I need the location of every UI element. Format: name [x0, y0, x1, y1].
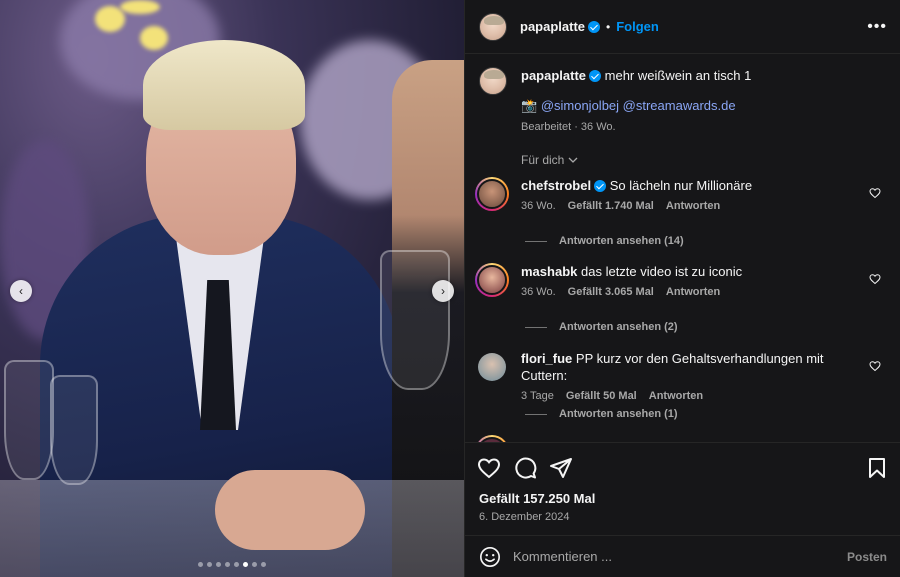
verified-icon — [589, 70, 602, 82]
wine-glass — [4, 360, 54, 480]
comment-item: chefstrobel So lächeln nur Millionäre 36… — [475, 177, 891, 212]
chandelier-light — [95, 6, 125, 32]
bookmark-icon[interactable] — [865, 456, 889, 480]
comment-username[interactable]: flori_fue — [521, 351, 572, 366]
more-icon[interactable]: ••• — [867, 18, 887, 36]
sort-label: Für dich — [521, 153, 565, 167]
carousel-prev-button[interactable]: ‹ — [10, 280, 32, 302]
commenter-avatar[interactable] — [475, 263, 509, 297]
caption-text: mehr weißwein an tisch 1 — [604, 68, 752, 83]
author-username[interactable]: papaplatte — [520, 19, 585, 34]
post-header: papaplatte • Folgen ••• — [465, 0, 900, 54]
carousel-next-button[interactable]: › — [432, 280, 454, 302]
carousel-dot — [198, 562, 203, 567]
chevron-down-icon — [568, 153, 578, 167]
mention-link[interactable]: @streamawards.de — [623, 98, 736, 113]
view-replies-button[interactable]: Antworten ansehen (2) — [525, 321, 678, 333]
post-actions: Gefällt 157.250 Mal 6. Dezember 2024 — [465, 442, 900, 535]
heart-icon[interactable] — [869, 187, 881, 199]
chevron-right-icon: › — [441, 284, 445, 298]
view-replies-label: Antworten ansehen (14) — [559, 235, 684, 247]
wine-glass — [380, 250, 450, 390]
post-caption: papaplatte mehr weißwein an tisch 1 📸 @s… — [479, 67, 889, 136]
emoji-icon[interactable] — [479, 546, 501, 568]
commenter-avatar[interactable] — [475, 350, 509, 384]
heart-icon[interactable] — [869, 360, 881, 372]
likes-count[interactable]: Gefällt 157.250 Mal — [479, 491, 595, 506]
post-photo[interactable]: ‹ › — [0, 0, 464, 577]
person-hair — [143, 40, 305, 130]
comment-username[interactable]: chefstrobel — [521, 178, 591, 193]
add-comment-bar: Posten — [465, 535, 900, 577]
comment-icon[interactable] — [513, 456, 537, 480]
carousel-dot — [216, 562, 221, 567]
comment-age: 36 Wo. — [521, 286, 556, 298]
author-avatar[interactable] — [479, 12, 507, 41]
caption-username[interactable]: papaplatte — [521, 68, 586, 83]
chandelier-light — [140, 26, 168, 50]
camera-emoji: 📸 — [521, 98, 538, 113]
comment-age: 36 Wo. — [521, 200, 556, 212]
caption-meta: Bearbeitet · 36 Wo. — [521, 121, 616, 133]
verified-icon — [588, 20, 601, 33]
heart-icon[interactable] — [477, 456, 501, 480]
view-replies-button[interactable]: Antworten ansehen (1) — [525, 408, 678, 420]
hand — [215, 470, 365, 550]
reply-button[interactable]: Antworten — [666, 286, 720, 298]
view-replies-label: Antworten ansehen (2) — [559, 321, 678, 333]
carousel-dot — [261, 562, 266, 567]
post-date: 6. Dezember 2024 — [479, 511, 570, 523]
reply-button[interactable]: Antworten — [666, 200, 720, 212]
carousel-dot — [225, 562, 230, 567]
chevron-left-icon: ‹ — [19, 284, 23, 298]
chandelier-light — [120, 0, 160, 14]
post-details-panel: papaplatte • Folgen ••• papaplatte mehr … — [464, 0, 900, 577]
comment-likes[interactable]: Gefällt 50 Mal — [566, 390, 637, 402]
share-icon[interactable] — [549, 456, 573, 480]
carousel-dot — [252, 562, 257, 567]
comment-item: flori_fue PP kurz vor den Gehaltsverhand… — [475, 350, 891, 402]
heart-icon[interactable] — [869, 273, 881, 285]
follow-button[interactable]: Folgen — [616, 19, 659, 34]
comment-age: 3 Tage — [521, 390, 554, 402]
post-comment-button[interactable]: Posten — [847, 550, 887, 564]
reply-button[interactable]: Antworten — [649, 390, 703, 402]
comment-item: mashabk das letzte video ist zu iconic 3… — [475, 263, 891, 298]
comment-username[interactable]: mashabk — [521, 264, 577, 279]
commenter-avatar[interactable] — [475, 177, 509, 211]
comments-scroll-area[interactable]: papaplatte mehr weißwein an tisch 1 📸 @s… — [465, 55, 900, 442]
verified-icon — [594, 180, 607, 192]
carousel-indicator — [0, 562, 464, 567]
comment-likes[interactable]: Gefällt 3.065 Mal — [568, 286, 654, 298]
comment-text: das letzte video ist zu iconic — [581, 264, 743, 279]
carousel-dot — [243, 562, 248, 567]
carousel-dot — [207, 562, 212, 567]
comment-text: So lächeln nur Millionäre — [609, 178, 753, 193]
separator-dot: • — [606, 19, 611, 34]
wine-glass — [50, 375, 98, 485]
carousel-dot — [234, 562, 239, 567]
view-replies-button[interactable]: Antworten ansehen (14) — [525, 235, 684, 247]
comment-input[interactable] — [513, 549, 847, 564]
mention-link[interactable]: @simonjolbej — [541, 98, 619, 113]
comment-likes[interactable]: Gefällt 1.740 Mal — [568, 200, 654, 212]
commenter-avatar[interactable] — [475, 435, 509, 442]
view-replies-label: Antworten ansehen (1) — [559, 408, 678, 420]
comments-sort-dropdown[interactable]: Für dich — [521, 153, 578, 167]
author-avatar[interactable] — [479, 67, 507, 95]
caption-mentions: 📸 @simonjolbej @streamawards.de — [521, 97, 751, 115]
